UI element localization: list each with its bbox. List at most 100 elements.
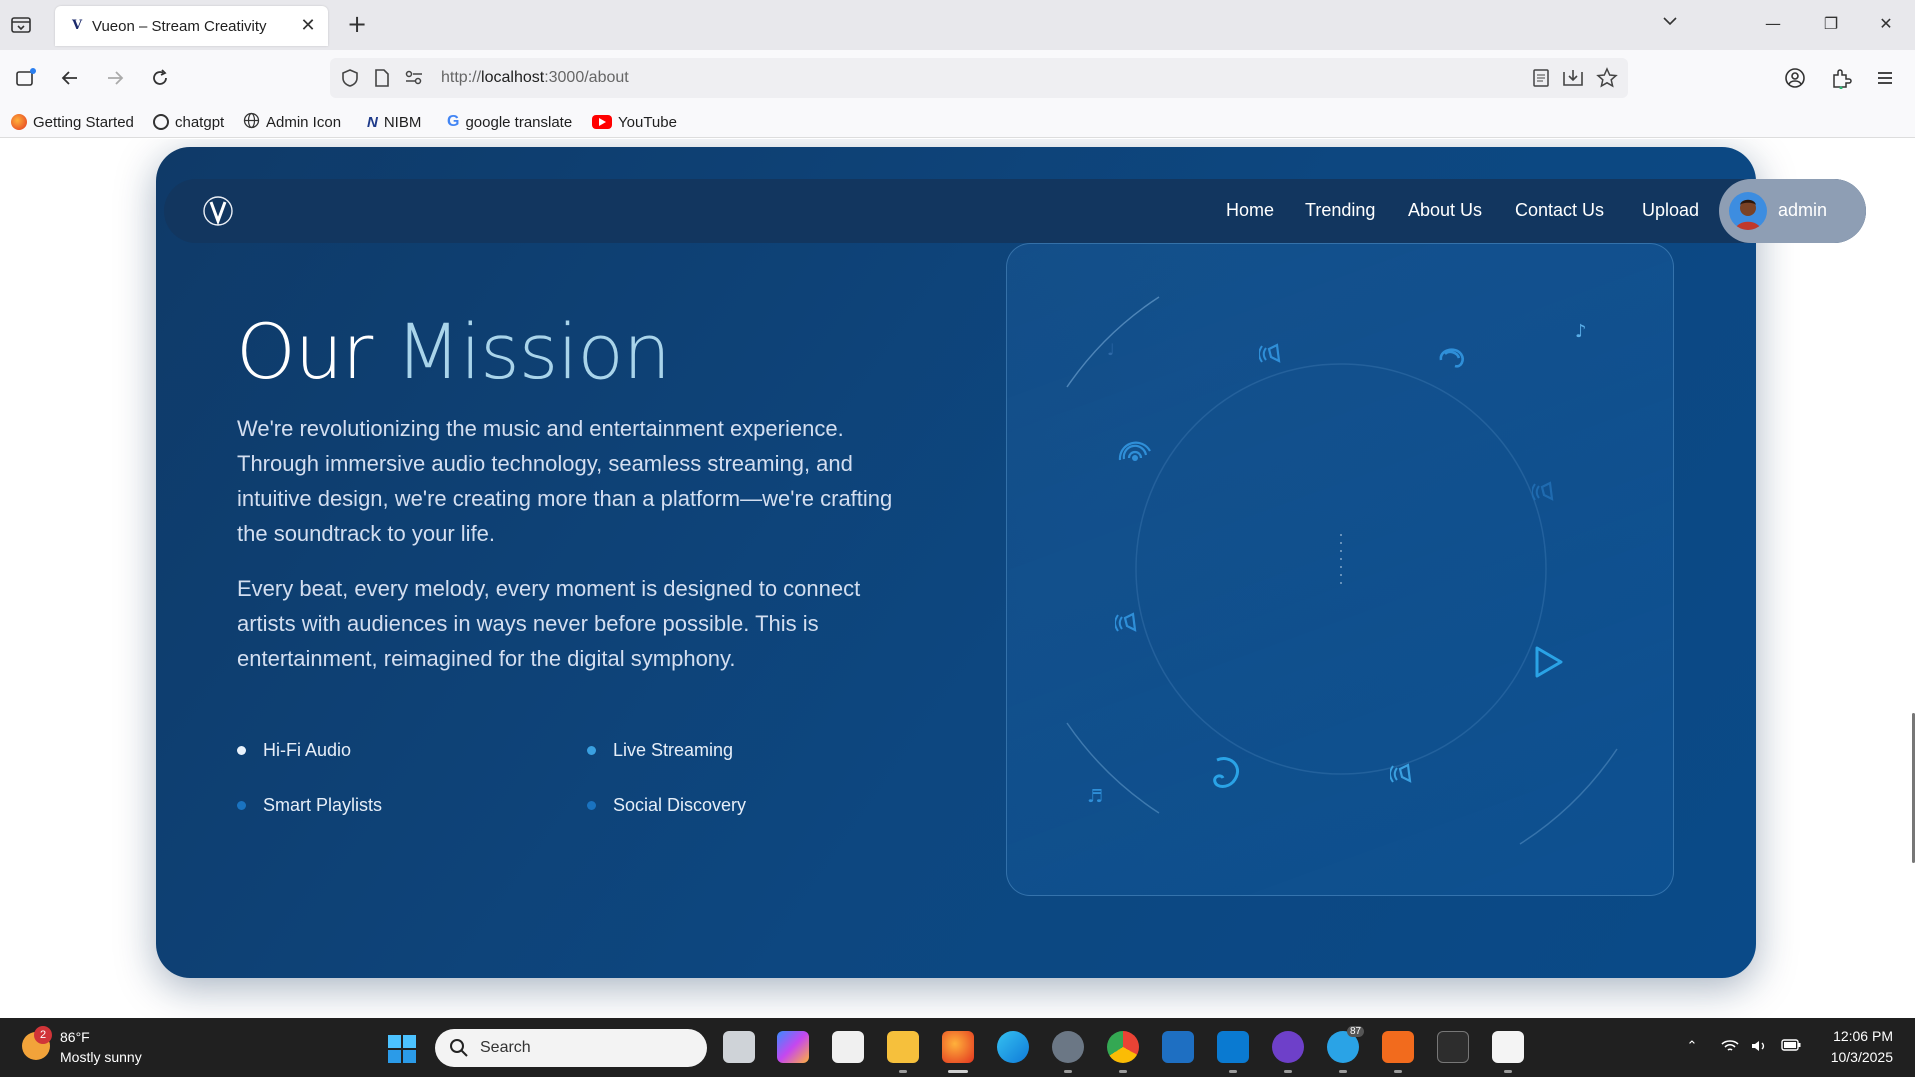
forward-arrow-icon[interactable] [101, 64, 129, 92]
resource-monitor-icon[interactable] [1162, 1031, 1194, 1063]
site-header: Home Trending About Us Contact Us Upload… [164, 179, 1866, 243]
github-desktop-icon[interactable] [1272, 1031, 1304, 1063]
avatar [1729, 192, 1767, 230]
search-icon [449, 1038, 469, 1063]
clock-date[interactable]: 10/3/2025 [1831, 1049, 1893, 1065]
copilot-icon[interactable] [777, 1031, 809, 1063]
taskbar-search-box[interactable]: Search [435, 1029, 707, 1067]
running-indicator [1064, 1070, 1072, 1073]
bookmark-label: NIBM [383, 113, 422, 131]
google-icon: G [447, 113, 460, 130]
play-icon [1531, 644, 1565, 685]
weather-condition[interactable]: Mostly sunny [60, 1049, 142, 1065]
xampp-icon[interactable] [1382, 1031, 1414, 1063]
task-view-icon[interactable] [723, 1031, 755, 1063]
bookmark-star-icon[interactable] [1596, 67, 1618, 94]
feature-item: Smart Playlists [237, 795, 382, 816]
bullet-dot [237, 746, 246, 755]
bookmark-label: google translate [465, 113, 573, 131]
bookmark-google-translate[interactable]: G google translate [447, 112, 572, 132]
tab-overflow-chevron-icon[interactable] [1658, 12, 1682, 36]
nav-home[interactable]: Home [1226, 200, 1274, 221]
shield-icon[interactable] [340, 68, 360, 93]
globe-icon [243, 112, 260, 133]
running-indicator [1394, 1070, 1402, 1073]
bookmark-admin-icon[interactable]: Admin Icon [243, 112, 341, 132]
back-arrow-icon[interactable] [56, 64, 84, 92]
volume-icon[interactable] [1750, 1038, 1768, 1056]
terminal-icon[interactable] [1437, 1031, 1469, 1063]
menu-hamburger-icon[interactable] [1871, 64, 1899, 92]
address-bar[interactable]: http://localhost:3000/about [330, 58, 1628, 98]
bookmark-label: Getting Started [33, 113, 134, 131]
vscode-icon[interactable] [1217, 1031, 1249, 1063]
weather-temperature[interactable]: 86°F [60, 1029, 90, 1045]
clock-time[interactable]: 12:06 PM [1833, 1028, 1893, 1044]
music-note-icon: ♪ [1575, 321, 1587, 342]
bookmark-chatgpt[interactable]: chatgpt [153, 112, 224, 132]
username-label: admin [1778, 200, 1828, 220]
microsoft-store-icon[interactable] [832, 1031, 864, 1063]
active-indicator [948, 1070, 968, 1073]
nibm-icon: N [367, 113, 378, 131]
restore-window-button[interactable]: ❐ [1819, 12, 1843, 36]
bookmark-label: chatgpt [175, 113, 225, 131]
speaker-icon [1258, 340, 1291, 373]
mission-paragraph-2: Every beat, every melody, every moment i… [237, 576, 861, 671]
audio-visual-card: ♩ ♪ ♬ [1006, 243, 1674, 896]
running-indicator [1504, 1070, 1512, 1073]
bookmark-getting-started[interactable]: Getting Started [11, 112, 134, 132]
tab-title: Vueon – Stream Creativity [92, 18, 267, 35]
running-indicator [1229, 1070, 1237, 1073]
bookmark-nibm[interactable]: N NIBM [367, 112, 421, 132]
new-tab-button[interactable]: + [345, 12, 369, 36]
speaker-icon [1114, 609, 1147, 642]
tab-list-icon[interactable] [10, 14, 32, 36]
user-menu-button[interactable]: admin [1719, 179, 1866, 243]
broadcast-icon [1117, 436, 1157, 481]
wifi-icon[interactable] [1721, 1038, 1739, 1056]
telegram-badge: 87 [1347, 1026, 1365, 1037]
reader-view-icon[interactable] [1532, 68, 1550, 93]
account-icon[interactable] [1781, 64, 1809, 92]
minimize-window-button[interactable]: — [1761, 12, 1785, 36]
windows-start-icon[interactable] [387, 1034, 417, 1064]
edge-icon[interactable] [997, 1031, 1029, 1063]
firefox-icon [11, 114, 27, 130]
file-explorer-icon[interactable] [887, 1031, 919, 1063]
mission-paragraph-1: We're revolutionizing the music and ente… [237, 416, 893, 546]
nav-contact-us[interactable]: Contact Us [1515, 200, 1604, 221]
windows-taskbar: 2 86°F Mostly sunny Search 87 ⌃ 12:06 PM… [0, 1018, 1915, 1077]
nav-trending[interactable]: Trending [1305, 200, 1375, 221]
bullet-dot [587, 801, 596, 810]
chrome-icon[interactable] [1107, 1031, 1139, 1063]
nav-upload[interactable]: Upload [1642, 200, 1699, 221]
reload-icon[interactable] [146, 64, 174, 92]
close-tab-icon[interactable]: ✕ [298, 15, 318, 35]
page-info-icon[interactable] [373, 68, 391, 93]
feature-label: Hi-Fi Audio [263, 740, 352, 760]
bookmark-youtube[interactable]: YouTube [592, 112, 677, 132]
save-to-pocket-icon[interactable] [1562, 68, 1584, 93]
extensions-icon[interactable] [1827, 64, 1855, 92]
firefox-icon[interactable] [942, 1031, 974, 1063]
feature-item: Hi-Fi Audio [237, 740, 351, 761]
nav-about-us[interactable]: About Us [1408, 200, 1482, 221]
settings-gear-icon[interactable] [1052, 1031, 1084, 1063]
bookmark-label: Admin Icon [266, 113, 342, 131]
snipping-tool-icon[interactable] [1492, 1031, 1524, 1063]
vueon-logo-icon[interactable] [202, 195, 234, 227]
tray-overflow-chevron-icon[interactable]: ⌃ [1683, 1038, 1701, 1056]
url-text[interactable]: http://localhost:3000/about [441, 69, 629, 87]
sidebar-toggle-icon[interactable] [12, 64, 40, 92]
headphones-icon [1435, 344, 1469, 379]
bullet-dot [587, 746, 596, 755]
close-window-button[interactable]: ✕ [1874, 12, 1898, 36]
active-tab[interactable]: V Vueon – Stream Creativity ✕ [55, 6, 328, 46]
permissions-icon[interactable] [404, 69, 424, 92]
battery-icon[interactable] [1781, 1038, 1801, 1056]
weather-alert-badge: 2 [34, 1026, 52, 1044]
bookmark-label: YouTube [618, 113, 677, 131]
music-note-icon: ♩ [1107, 340, 1115, 359]
running-indicator [1284, 1070, 1292, 1073]
